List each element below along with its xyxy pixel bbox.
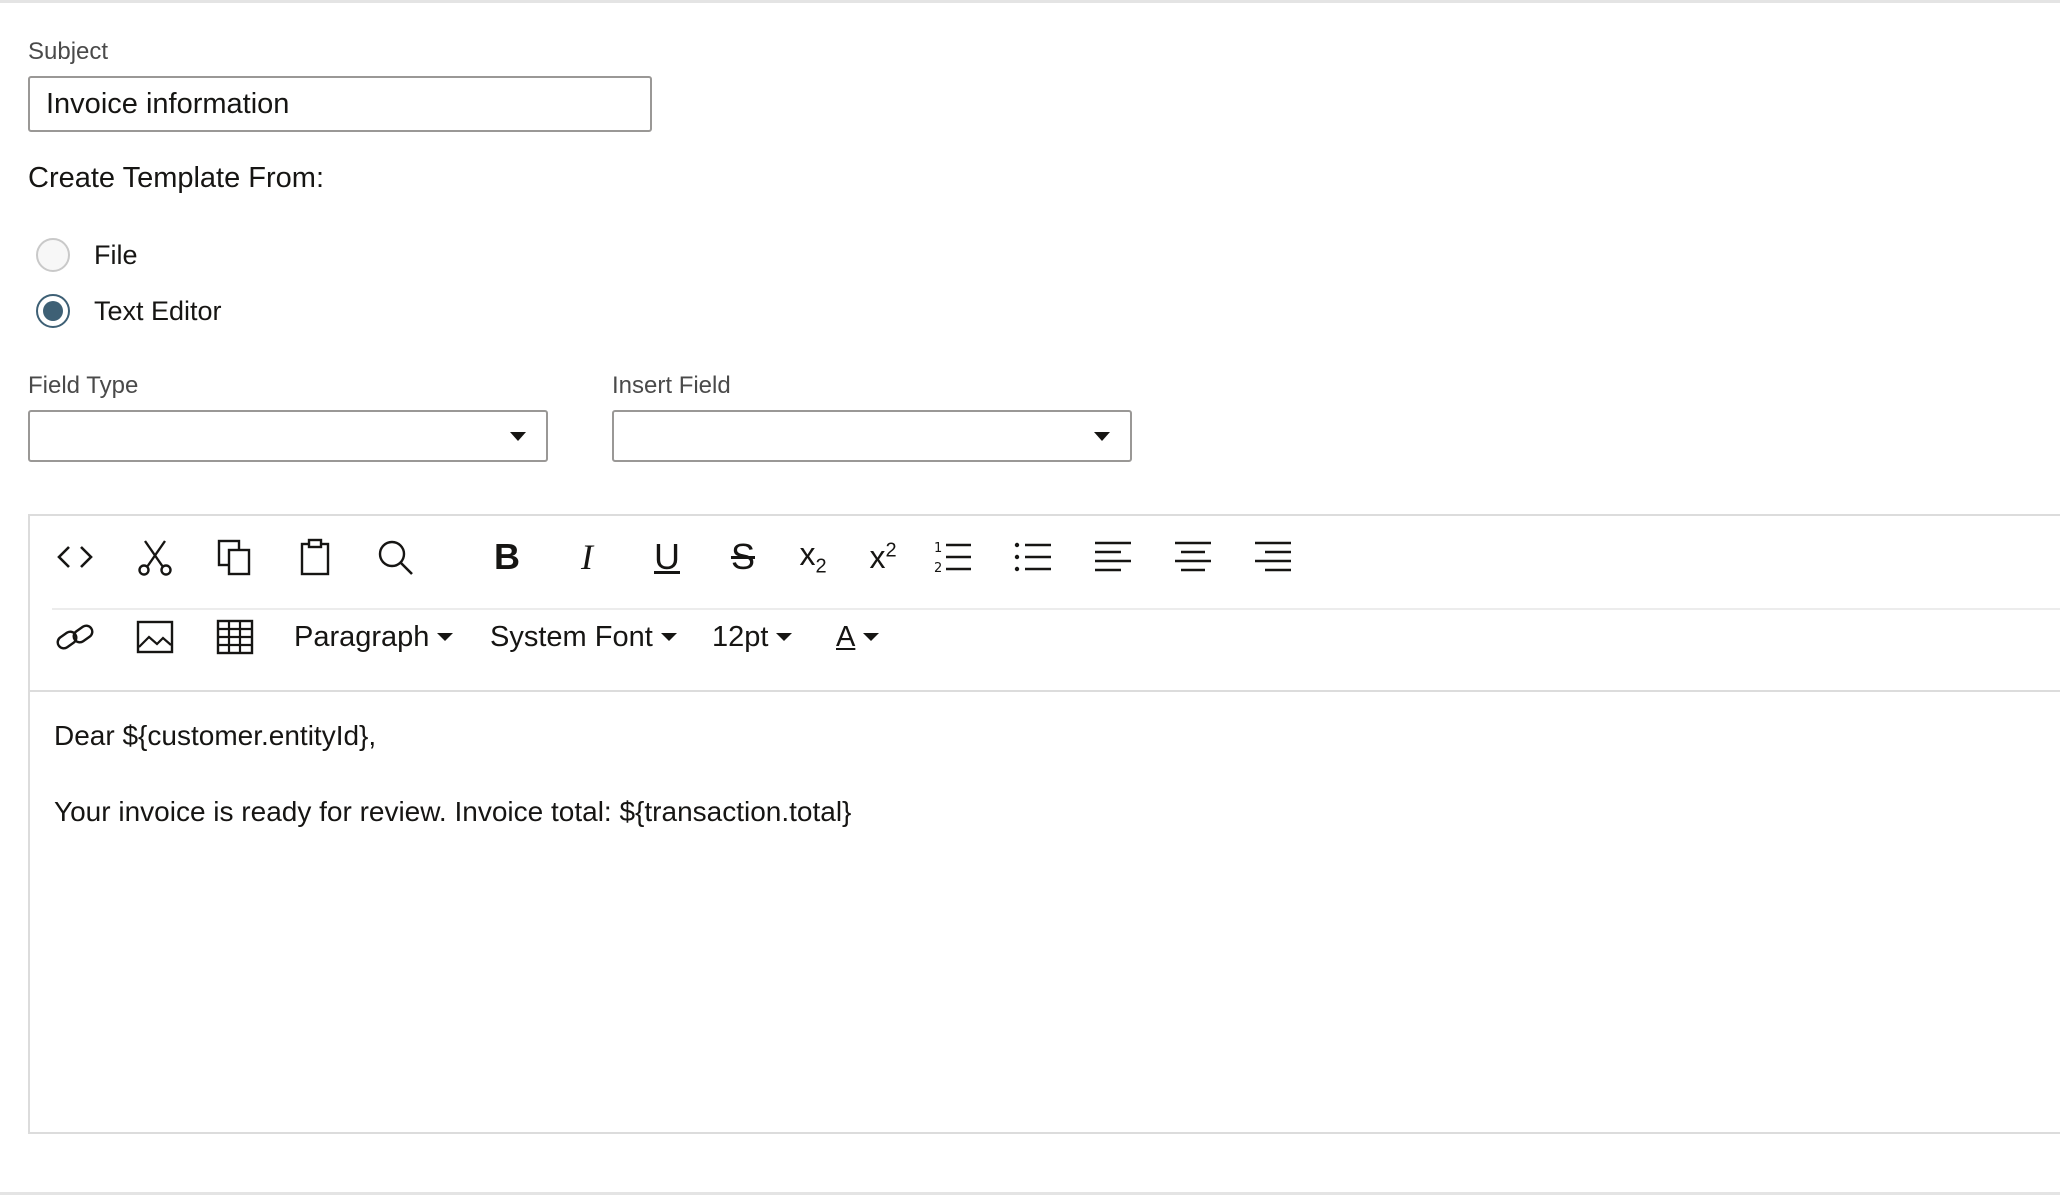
strikethrough-icon: S xyxy=(730,536,755,577)
bold-icon: B xyxy=(494,536,520,577)
paste-button[interactable] xyxy=(292,534,338,580)
insert-link-button[interactable] xyxy=(52,614,98,660)
source-code-button[interactable] xyxy=(52,534,98,580)
chevron-down-icon xyxy=(510,432,526,441)
subscript-button[interactable]: x2 xyxy=(790,534,836,580)
font-size-dropdown[interactable]: 12pt xyxy=(712,614,793,660)
link-icon xyxy=(56,624,94,650)
chevron-down-icon xyxy=(660,633,677,641)
superscript-number: 2 xyxy=(885,538,897,561)
insert-field-label: Insert Field xyxy=(612,372,731,399)
rich-text-editor: B I U S x2 x2 1 2 Paragraph System Font … xyxy=(28,514,2060,1134)
field-type-label: Field Type xyxy=(28,372,139,399)
insert-field-select[interactable] xyxy=(612,410,1132,462)
chevron-down-icon xyxy=(1094,432,1110,441)
bulleted-list-icon xyxy=(1014,542,1051,572)
copy-button[interactable] xyxy=(212,534,258,580)
font-family-dropdown[interactable]: System Font xyxy=(490,614,677,660)
font-family-value: System Font xyxy=(490,620,653,653)
underline-button[interactable]: U xyxy=(644,534,690,580)
radio-option-file[interactable]: File xyxy=(36,235,138,275)
create-template-from-label: Create Template From: xyxy=(28,162,325,194)
numbered-list-button[interactable]: 1 2 xyxy=(930,534,976,580)
search-icon xyxy=(378,540,413,575)
align-center-icon xyxy=(1175,541,1211,572)
toolbar-row-formatting: B I U S x2 x2 1 2 xyxy=(30,516,2060,596)
chevron-down-icon xyxy=(863,633,880,641)
subject-label: Subject xyxy=(28,38,109,65)
paste-icon xyxy=(300,538,330,576)
block-format-dropdown[interactable]: Paragraph xyxy=(294,614,454,660)
subject-input[interactable] xyxy=(28,76,652,132)
text-editor-radio[interactable] xyxy=(36,294,70,328)
svg-text:2: 2 xyxy=(934,561,942,576)
bottom-divider xyxy=(0,1192,2060,1195)
top-divider xyxy=(0,0,2060,3)
align-center-button[interactable] xyxy=(1170,534,1216,580)
bulleted-list-button[interactable] xyxy=(1010,534,1056,580)
subscript-icon: x2 xyxy=(799,536,826,578)
chevron-down-icon xyxy=(776,633,793,641)
align-right-button[interactable] xyxy=(1250,534,1296,580)
font-size-value: 12pt xyxy=(712,620,769,653)
insert-image-button[interactable] xyxy=(132,614,178,660)
image-icon xyxy=(136,620,174,654)
text-editor-radio-label: Text Editor xyxy=(94,295,222,326)
editor-content[interactable]: Dear ${customer.entityId}, Your invoice … xyxy=(54,720,851,828)
radio-option-text-editor[interactable]: Text Editor xyxy=(36,291,222,331)
text-color-icon: A xyxy=(836,620,856,653)
strikethrough-button[interactable]: S xyxy=(720,534,766,580)
source-code-icon xyxy=(57,546,93,568)
bold-button[interactable]: B xyxy=(484,534,530,580)
table-icon xyxy=(216,619,254,655)
insert-table-button[interactable] xyxy=(212,614,258,660)
svg-text:1: 1 xyxy=(934,541,942,556)
cut-button[interactable] xyxy=(132,534,178,580)
block-format-value: Paragraph xyxy=(294,620,430,653)
superscript-icon: x2 xyxy=(869,539,896,576)
cut-icon xyxy=(138,540,172,576)
superscript-button[interactable]: x2 xyxy=(860,534,906,580)
align-left-button[interactable] xyxy=(1090,534,1136,580)
file-radio-label: File xyxy=(94,239,138,270)
subscript-base: x xyxy=(799,535,816,572)
superscript-base: x xyxy=(869,538,886,575)
file-radio[interactable] xyxy=(36,238,70,272)
chevron-down-icon xyxy=(437,633,454,641)
text-color-dropdown[interactable]: A xyxy=(836,614,880,660)
editor-line: Dear ${customer.entityId}, xyxy=(54,720,377,751)
find-button[interactable] xyxy=(372,534,418,580)
numbered-list-icon: 1 2 xyxy=(934,541,971,576)
toolbar-bottom-border xyxy=(30,690,2060,692)
subscript-number: 2 xyxy=(815,555,827,578)
toolbar-row-insert: Paragraph System Font 12pt A xyxy=(30,596,2060,676)
copy-icon xyxy=(217,539,251,576)
italic-icon: I xyxy=(581,537,593,577)
align-left-icon xyxy=(1095,541,1131,572)
align-right-icon xyxy=(1255,541,1291,572)
italic-button[interactable]: I xyxy=(564,534,610,580)
editor-line: Your invoice is ready for review. Invoic… xyxy=(54,796,852,827)
field-type-select[interactable] xyxy=(28,410,548,462)
underline-icon: U xyxy=(654,536,680,577)
